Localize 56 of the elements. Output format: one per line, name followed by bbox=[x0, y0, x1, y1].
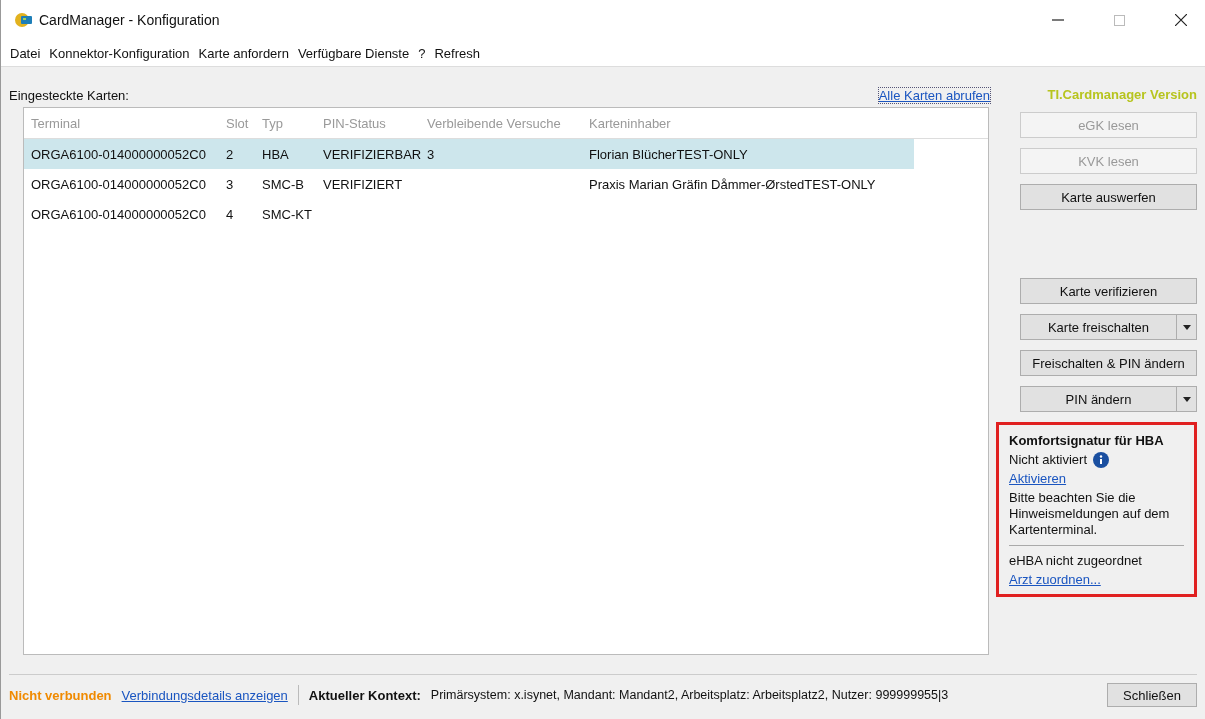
table-cell: 3 bbox=[427, 146, 435, 162]
assign-link[interactable]: Arzt zuordnen... bbox=[1009, 572, 1184, 588]
menu-item[interactable]: Karte anfordern bbox=[198, 45, 289, 61]
note-text: Bitte beachten Sie die Hinweismeldungen auf dem Kartenterminal. bbox=[1009, 490, 1171, 538]
menu-item[interactable]: Verfügbare Dienste bbox=[297, 45, 410, 61]
details-link[interactable]: Verbindungsdetails anzeigen bbox=[121, 687, 288, 703]
table-cell: ORGA6100-014000000052C0 bbox=[31, 206, 206, 222]
menu-item[interactable]: Refresh bbox=[434, 45, 480, 61]
column-header: Terminal bbox=[31, 115, 82, 131]
column-header: Slot bbox=[226, 115, 250, 131]
status-text: Nicht aktiviert bbox=[1009, 452, 1088, 468]
action-button[interactable]: Karte auswerfen bbox=[1020, 184, 1197, 210]
fetch-all-link[interactable]: Alle Karten abrufen bbox=[878, 87, 990, 103]
table-row[interactable]: ORGA6100-014000000052C0 3 SMC-B VERIFIZIERT Praxis Marian Gräfin Dåmmer-ØrstedTEST-ONLY bbox=[24, 169, 914, 199]
assignment-text: eHBA nicht zugeordnet bbox=[1009, 553, 1143, 569]
activate-link[interactable]: Aktivieren bbox=[1009, 471, 1184, 487]
close-button[interactable]: Schließen bbox=[1107, 683, 1197, 707]
table-cell: SMC-KT bbox=[262, 206, 312, 222]
column-header: PIN-Status bbox=[323, 115, 387, 131]
connection-status: Nicht verbunden bbox=[9, 687, 112, 703]
menu-item[interactable]: Konnektor-Konfiguration bbox=[49, 45, 190, 61]
context-label: Aktueller Kontext: bbox=[308, 687, 421, 703]
column-header: Typ bbox=[262, 115, 284, 131]
app-logo-icon bbox=[15, 13, 33, 27]
close-icon[interactable] bbox=[1175, 14, 1187, 26]
menu-item[interactable]: ? bbox=[418, 45, 426, 61]
column-header: Karteninhaber bbox=[589, 115, 672, 131]
window-title: CardManager - Konfiguration bbox=[39, 12, 220, 28]
table-row[interactable]: ORGA6100-014000000052C0 2 HBA VERIFIZIERBAR 3 Florian BlücherTEST-ONLY bbox=[24, 139, 914, 169]
action-button[interactable]: Karte freischalten bbox=[1020, 314, 1176, 340]
panel-title: Komfortsignatur für HBA bbox=[1009, 433, 1165, 449]
table-cell: ORGA6100-014000000052C0 bbox=[31, 176, 206, 192]
table-cell: 3 bbox=[226, 176, 234, 192]
table-cell: 2 bbox=[226, 146, 234, 162]
dropdown-button[interactable] bbox=[1176, 314, 1197, 340]
table-cell: Florian BlücherTEST-ONLY bbox=[589, 146, 748, 162]
menu-item[interactable]: Datei bbox=[10, 45, 41, 61]
table-cell: ORGA6100-014000000052C0 bbox=[31, 146, 206, 162]
column-header: Verbleibende Versuche bbox=[427, 115, 562, 131]
caret-icon bbox=[1182, 324, 1191, 330]
table-cell: VERIFIZIERT bbox=[323, 176, 403, 192]
action-button[interactable]: Karte verifizieren bbox=[1020, 278, 1197, 304]
caret-icon bbox=[1182, 396, 1191, 402]
table-cell: SMC-B bbox=[262, 176, 304, 192]
action-button[interactable]: PIN ändern bbox=[1020, 386, 1176, 412]
table-cell: 4 bbox=[226, 206, 234, 222]
info-icon[interactable] bbox=[1093, 452, 1110, 468]
table-cell: Praxis Marian Gräfin Dåmmer-ØrstedTEST-ONLY bbox=[589, 176, 876, 192]
table-cell: HBA bbox=[262, 146, 289, 162]
table-cell: VERIFIZIERBAR bbox=[323, 146, 422, 162]
section-label: Eingesteckte Karten: bbox=[9, 87, 129, 103]
version-label: TI.Cardmanager Version bbox=[1046, 87, 1197, 103]
context-text: Primärsystem: x.isynet, Mandant: Mandant2, Arbeitsplatz: Arbeitsplatz2, Nutzer: 999999955|3 bbox=[430, 688, 949, 702]
dropdown-button[interactable] bbox=[1176, 386, 1197, 412]
table-row[interactable]: ORGA6100-014000000052C0 4 SMC-KT bbox=[24, 199, 914, 229]
action-button[interactable]: Freischalten & PIN ändern bbox=[1020, 350, 1197, 376]
